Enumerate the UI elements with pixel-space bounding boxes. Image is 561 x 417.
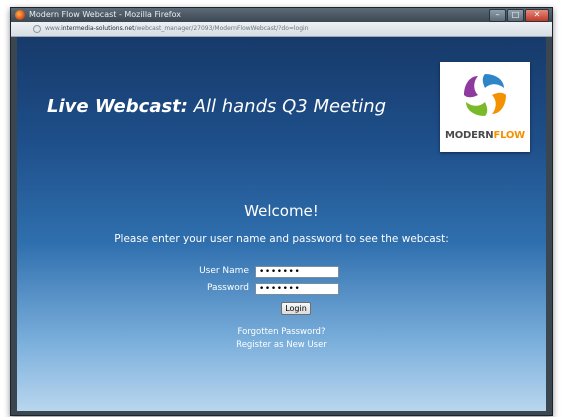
welcome-heading: Welcome! (244, 202, 319, 220)
login-instructions: Please enter your user name and password… (114, 233, 449, 245)
url-path: /webcast_manager/27093/ModernFlowWebcast… (134, 25, 309, 32)
username-input[interactable]: ••••••• (255, 266, 339, 278)
password-label: Password (206, 283, 249, 293)
event-name: All hands Q3 Meeting (187, 96, 387, 117)
logo-text-modern: MODERN (444, 130, 494, 141)
window-controls: – □ ✕ (489, 9, 549, 22)
modernflow-logo: MODERNFLOW (440, 62, 530, 152)
title-bar: Modern Flow Webcast - Mozilla Firefox – … (11, 8, 552, 22)
logo-text-flow: FLOW (493, 130, 526, 141)
address-bar[interactable]: www.intermedia-solutions.net/webcast_man… (11, 22, 552, 37)
url-domain: intermedia-solutions.net (61, 25, 135, 32)
browser-window: Modern Flow Webcast - Mozilla Firefox – … (10, 7, 553, 416)
page-title: Live Webcast: All hands Q3 Meeting (47, 96, 386, 117)
register-link[interactable]: Register as New User (17, 340, 546, 350)
maximize-button[interactable]: □ (507, 9, 524, 22)
url-prefix: www. (45, 25, 62, 32)
logo-wordmark: MODERNFLOW (440, 130, 530, 141)
site-identity-icon[interactable] (33, 25, 41, 33)
minimize-button[interactable]: – (489, 9, 506, 22)
window-title: Modern Flow Webcast - Mozilla Firefox (29, 10, 181, 19)
forgot-password-link[interactable]: Forgotten Password? (17, 327, 546, 337)
close-button[interactable]: ✕ (525, 9, 549, 22)
swirl-logo-icon (464, 74, 506, 116)
password-input[interactable]: ••••••• (255, 283, 339, 295)
firefox-icon (15, 10, 25, 20)
headline-label: Live Webcast: (47, 96, 188, 117)
url-text[interactable]: www.intermedia-solutions.net/webcast_man… (45, 24, 309, 34)
login-button[interactable]: Login (281, 302, 311, 315)
username-label: User Name (199, 266, 249, 276)
webcast-login-page: Live Webcast: All hands Q3 Meeting MODER… (17, 37, 546, 411)
